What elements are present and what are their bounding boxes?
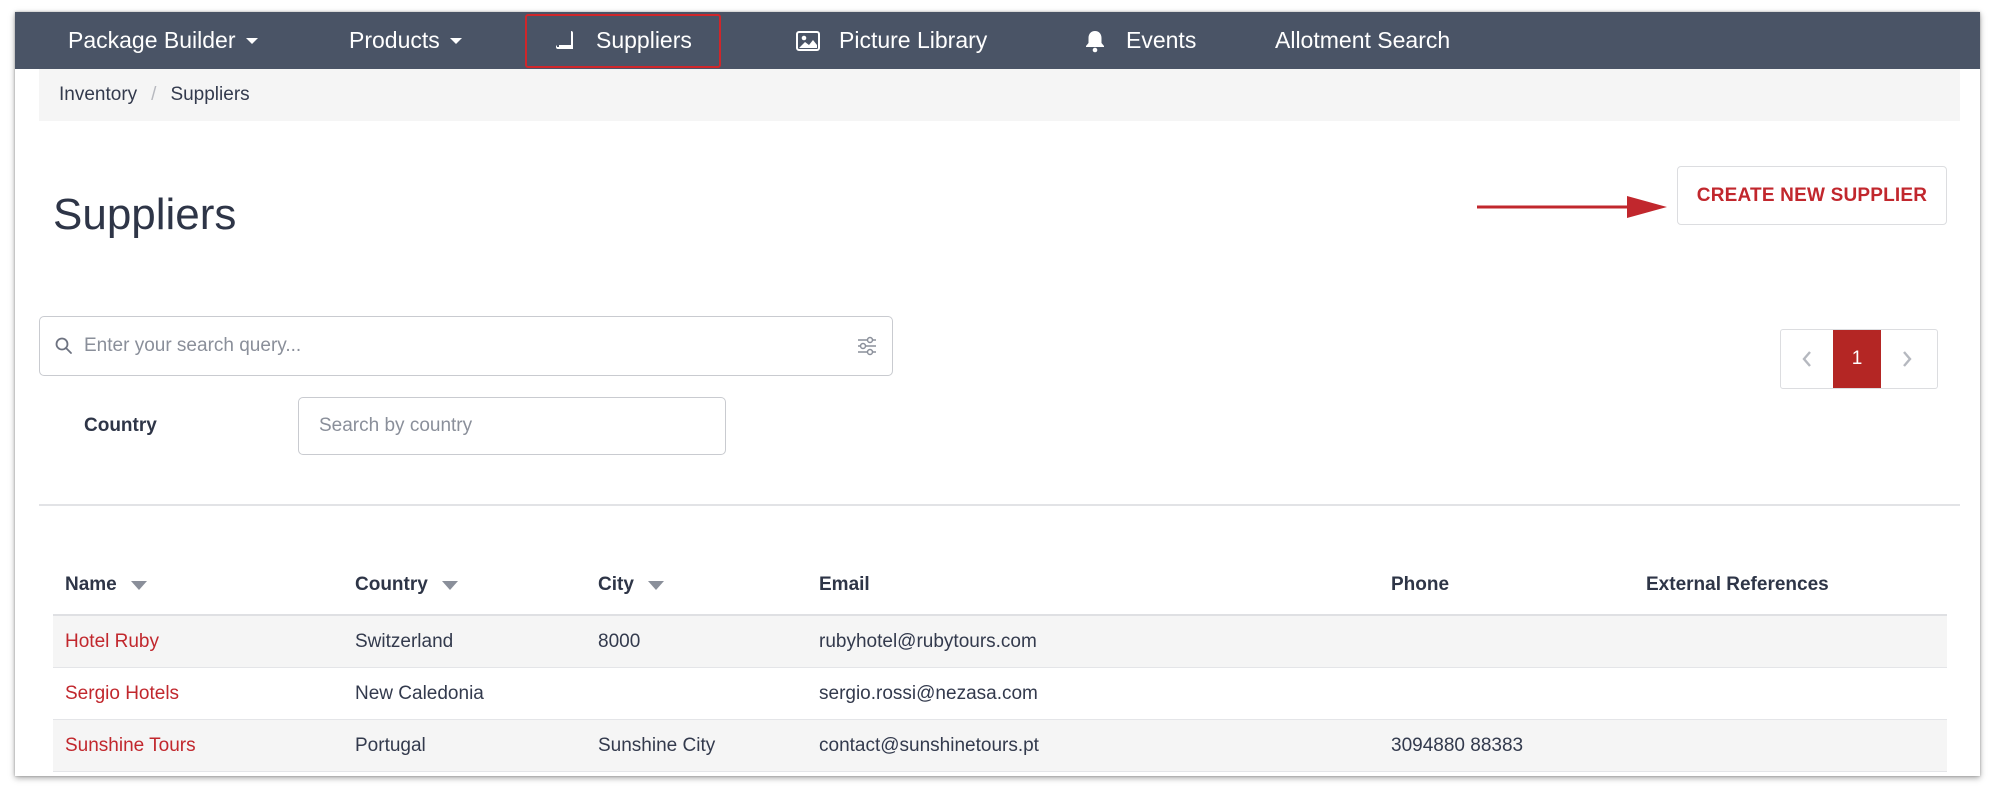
arrow-right-icon [1477,196,1667,218]
supplier-name-link[interactable]: Hotel Ruby [65,631,159,653]
country-filter-input[interactable] [298,397,726,455]
nav-products[interactable]: Products [349,12,462,69]
app-frame: Package Builder Products Suppliers Pictu… [15,12,1980,776]
breadcrumb-suppliers: Suppliers [170,84,250,105]
image-icon [795,28,821,54]
nav-events[interactable]: Events [1082,12,1196,69]
column-header-label: Country [355,574,428,595]
cell-country: New Caledonia [355,683,484,704]
nav-allotment-search-label: Allotment Search [1275,27,1451,53]
page-title: Suppliers [53,190,237,239]
country-filter-label: Country [84,415,157,436]
nav-products-label: Products [349,27,440,53]
chevron-left-icon [1802,351,1811,367]
previous-page-button[interactable] [1781,330,1833,388]
column-header-country[interactable]: Country [355,574,458,596]
cell-email: rubyhotel@rubytours.com [819,631,1037,652]
top-navigation: Package Builder Products Suppliers Pictu… [15,12,1980,69]
book-icon [552,28,578,54]
cell-country: Switzerland [355,631,454,652]
section-divider [39,504,1960,506]
caret-down-icon [245,37,258,44]
create-new-supplier-button[interactable]: CREATE NEW SUPPLIER [1677,166,1947,225]
column-header-label: Name [65,574,117,595]
column-header-label: External References [1646,574,1829,595]
cell-country: Portugal [355,735,426,756]
nav-allotment-search[interactable]: Allotment Search [1275,12,1450,69]
chevron-right-icon [1903,351,1912,367]
search-box [39,316,893,376]
nav-package-builder[interactable]: Package Builder [68,12,258,69]
column-header-label: Email [819,574,870,595]
column-header-external-references: External References [1646,574,1829,596]
table-row: Sunshine Tours Portugal Sunshine City co… [53,720,1947,772]
nav-suppliers[interactable]: Suppliers [552,12,692,69]
search-input[interactable] [84,329,824,363]
column-header-label: City [598,574,634,595]
search-icon [55,337,72,354]
pagination: 1 [1780,329,1938,389]
table-row: Sergio Hotels New Caledonia sergio.rossi… [53,668,1947,720]
filter-settings-icon[interactable] [856,335,878,357]
supplier-name-link[interactable]: Sergio Hotels [65,683,179,705]
cell-city: 8000 [598,631,641,652]
next-page-button[interactable] [1881,330,1933,388]
caret-down-icon [449,37,462,44]
bell-icon [1082,28,1108,54]
cell-phone: 3094880 88383 [1391,735,1524,756]
suppliers-table: Name Country City Email Phone External R… [53,568,1947,772]
breadcrumb: Inventory / Suppliers [39,69,1960,121]
page-button-current[interactable]: 1 [1833,330,1881,388]
column-header-phone: Phone [1391,574,1449,596]
table-row: Hotel Ruby Switzerland 8000 rubyhotel@ru… [53,616,1947,668]
nav-suppliers-label: Suppliers [596,27,692,53]
nav-package-builder-label: Package Builder [68,27,236,53]
sort-down-icon [441,580,458,590]
table-header: Name Country City Email Phone External R… [53,568,1947,616]
column-header-email: Email [819,574,870,596]
column-header-label: Phone [1391,574,1450,595]
column-header-city[interactable]: City [598,574,664,596]
nav-picture-library[interactable]: Picture Library [795,12,987,69]
cell-email: sergio.rossi@nezasa.com [819,683,1038,704]
breadcrumb-inventory[interactable]: Inventory [59,84,137,106]
sort-down-icon [647,580,664,590]
cell-email: contact@sunshinetours.pt [819,735,1039,756]
supplier-name-link[interactable]: Sunshine Tours [65,735,196,757]
table-body: Hotel Ruby Switzerland 8000 rubyhotel@ru… [53,616,1947,772]
column-header-name[interactable]: Name [65,574,147,596]
nav-picture-library-label: Picture Library [839,27,988,53]
nav-events-label: Events [1126,27,1197,53]
breadcrumb-separator: / [151,84,157,105]
sort-down-icon [130,580,147,590]
cell-city: Sunshine City [598,735,716,756]
